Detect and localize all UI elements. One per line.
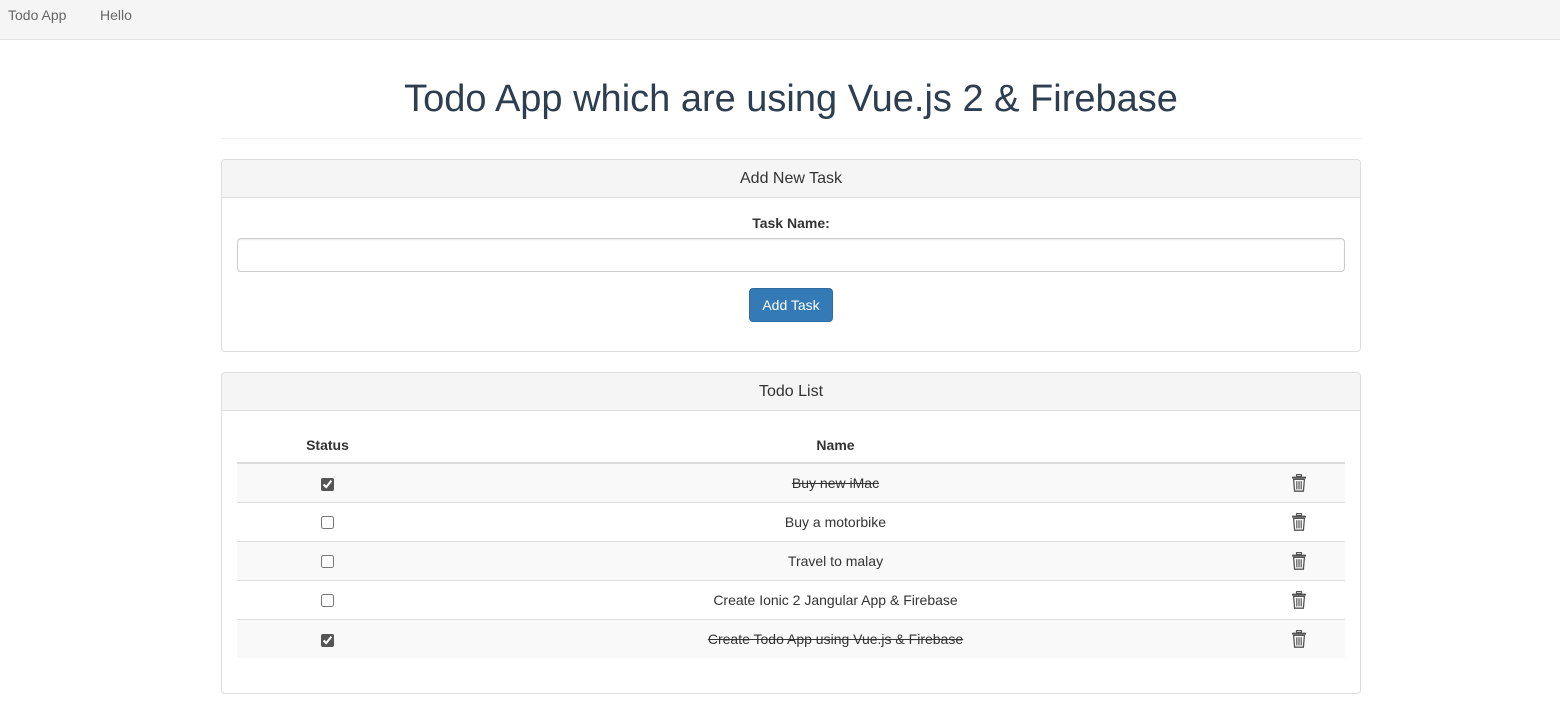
todo-status-checkbox[interactable] [321, 477, 334, 491]
todo-status-cell [237, 501, 418, 541]
column-header-name: Name [418, 437, 1253, 464]
trash-icon[interactable] [1291, 629, 1307, 648]
todo-status-checkbox[interactable] [321, 633, 334, 647]
navbar: Todo App Hello [0, 0, 1560, 40]
navbar-hello-link[interactable]: Hello [100, 7, 132, 23]
add-task-panel-heading: Add New Task [222, 160, 1360, 198]
todo-name: Buy a motorbike [784, 513, 887, 530]
todo-list-panel: Todo List Status Name Buy new iMac Buy a … [221, 372, 1361, 694]
todo-row: Create Ionic 2 Jangular App & Firebase [237, 579, 1345, 619]
page-title: Todo App which are using Vue.js 2 & Fire… [404, 78, 1178, 120]
todo-name-cell: Create Ionic 2 Jangular App & Firebase [418, 579, 1253, 619]
navbar-brand-link[interactable]: Todo App [8, 7, 66, 23]
todo-name: Create Ionic 2 Jangular App & Firebase [713, 591, 958, 608]
todo-action-cell [1253, 618, 1345, 658]
todo-status-checkbox[interactable] [321, 516, 334, 530]
todo-name: Travel to malay [787, 552, 884, 569]
todo-name: Create Todo App using Vue.js & Firebase [707, 630, 964, 647]
task-name-label: Task Name: [752, 215, 830, 231]
todo-name-cell: Buy new iMac [418, 463, 1253, 502]
trash-icon[interactable] [1291, 551, 1307, 570]
todo-name-cell: Create Todo App using Vue.js & Firebase [418, 618, 1253, 658]
trash-icon[interactable] [1291, 512, 1307, 531]
todo-table-header-row: Status Name [237, 437, 1345, 464]
todo-action-cell [1253, 501, 1345, 541]
todo-row: Buy new iMac [237, 463, 1345, 502]
column-header-status: Status [237, 437, 418, 464]
todo-row: Travel to malay [237, 540, 1345, 580]
todo-action-cell [1253, 463, 1345, 502]
column-header-actions [1253, 437, 1345, 464]
todo-table-body: Buy new iMac Buy a motorbike Travel to mal… [237, 463, 1345, 658]
todo-name-cell: Buy a motorbike [418, 501, 1253, 541]
todo-status-checkbox[interactable] [321, 555, 334, 569]
trash-icon[interactable] [1291, 590, 1307, 609]
todo-name-cell: Travel to malay [418, 540, 1253, 580]
todo-status-cell [237, 618, 418, 658]
todo-row: Create Todo App using Vue.js & Firebase [237, 618, 1345, 658]
trash-icon[interactable] [1291, 473, 1307, 492]
todo-table: Status Name Buy new iMac Buy a motorbike T… [237, 437, 1345, 658]
todo-name: Buy new iMac [791, 474, 880, 491]
todo-status-cell [237, 463, 418, 502]
todo-status-cell [237, 579, 418, 619]
add-task-button[interactable]: Add Task [749, 288, 833, 322]
task-name-input[interactable] [237, 238, 1345, 272]
todo-list-panel-heading: Todo List [222, 373, 1360, 411]
todo-status-checkbox[interactable] [321, 594, 334, 608]
todo-action-cell [1253, 579, 1345, 619]
todo-row: Buy a motorbike [237, 501, 1345, 541]
header-divider [221, 138, 1361, 139]
todo-status-cell [237, 540, 418, 580]
add-task-panel: Add New Task Task Name: Add Task [221, 159, 1361, 352]
todo-action-cell [1253, 540, 1345, 580]
